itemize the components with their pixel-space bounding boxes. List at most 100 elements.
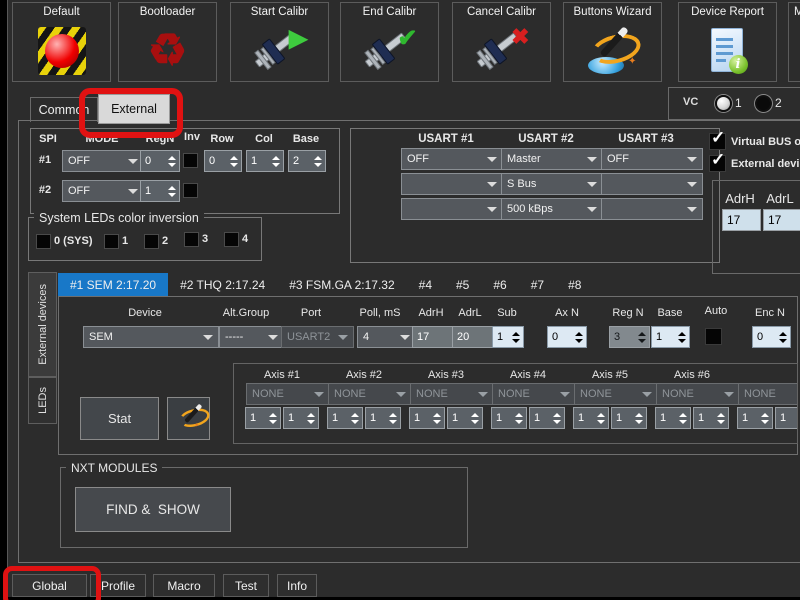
axis5-stepper-a[interactable]: 1 <box>573 407 609 429</box>
spi1-mode-dropdown[interactable]: OFF <box>62 150 144 172</box>
spi1-regn-stepper[interactable]: 0 <box>140 150 180 172</box>
spi-header-mode: MODE <box>72 133 132 145</box>
device-dropdown[interactable]: SEM <box>83 326 219 348</box>
device-tab-2[interactable]: #2 THQ 2:17.24 <box>168 273 277 296</box>
axis2-dropdown[interactable]: NONE <box>328 383 412 405</box>
usart1-mode-dropdown[interactable]: OFF <box>401 148 503 170</box>
base-stepper[interactable]: 1 <box>651 326 690 348</box>
usart2-option-dropdown[interactable]: S Bus <box>501 173 603 195</box>
adrh-field[interactable]: 17 <box>722 209 761 231</box>
axis4-stepper-a[interactable]: 1 <box>491 407 527 429</box>
axis7-dropdown[interactable]: NONE <box>738 383 798 405</box>
side-tab-leds[interactable]: LEDs <box>28 377 57 424</box>
usart3-speed-dropdown[interactable] <box>601 198 703 220</box>
usart1-option-dropdown[interactable] <box>401 173 503 195</box>
led2-checkbox[interactable] <box>144 234 159 249</box>
encn-stepper[interactable]: 0 <box>752 326 791 348</box>
spi1-inv-checkbox[interactable] <box>183 153 198 168</box>
axis5-stepper-b[interactable]: 1 <box>611 407 647 429</box>
device-report-button[interactable]: Device Report i <box>678 2 777 82</box>
cutoff-toolbar-button-label: M <box>789 6 800 18</box>
axis6-stepper-b[interactable]: 1 <box>693 407 729 429</box>
axis1-dropdown[interactable]: NONE <box>246 383 330 405</box>
spi1-col-stepper[interactable]: 1 <box>246 150 284 172</box>
cancel-calibr-label: Cancel Calibr <box>453 6 550 18</box>
usart2-mode-dropdown[interactable]: Master <box>501 148 603 170</box>
led3-checkbox[interactable] <box>184 232 199 247</box>
device-tab-3[interactable]: #3 FSM.GA 2:17.32 <box>277 273 406 296</box>
regn-stepper[interactable]: 3 <box>609 326 650 348</box>
port-dropdown[interactable]: USART2 <box>281 326 354 348</box>
led1-checkbox[interactable] <box>104 234 119 249</box>
device-wizard-button[interactable]: ✦ <box>167 397 210 440</box>
led4-checkbox[interactable] <box>224 232 239 247</box>
cancel-calibr-button[interactable]: Cancel Calibr ✖ <box>452 2 551 82</box>
bottom-tab-test[interactable]: Test <box>223 574 269 597</box>
auto-checkbox[interactable] <box>705 328 722 345</box>
default-button-label: Default <box>13 6 110 18</box>
spi1-base-stepper[interactable]: 2 <box>288 150 326 172</box>
device-tab-8[interactable]: #8 <box>556 273 593 296</box>
default-button[interactable]: Default <box>12 2 111 82</box>
axis7-stepper-a[interactable]: 1 <box>737 407 773 429</box>
spi-header-row: Row <box>204 133 240 145</box>
axis2-stepper-b[interactable]: 1 <box>365 407 401 429</box>
adrl-field[interactable]: 17 <box>763 209 800 231</box>
tab-external[interactable]: External <box>98 94 170 124</box>
usart3-option-dropdown[interactable] <box>601 173 703 195</box>
axis4-a-value: 1 <box>492 412 515 424</box>
device-tab-4[interactable]: #4 <box>407 273 444 296</box>
find-and-show-button[interactable]: FIND & SHOW <box>75 487 231 532</box>
axis7-stepper-b[interactable]: 1 <box>775 407 798 429</box>
alt-group-dropdown[interactable]: ----- <box>219 326 284 348</box>
sub-stepper[interactable]: 1 <box>492 326 524 348</box>
axis4-dropdown[interactable]: NONE <box>492 383 576 405</box>
spi1-row-stepper[interactable]: 0 <box>204 150 242 172</box>
axis4-stepper-b[interactable]: 1 <box>529 407 565 429</box>
port-value: USART2 <box>287 331 330 343</box>
spi2-mode-dropdown[interactable]: OFF <box>62 180 144 202</box>
end-calibr-button[interactable]: End Calibr ✔ <box>340 2 439 82</box>
virtual-bus-checkbox[interactable] <box>709 133 726 150</box>
axis3-stepper-b[interactable]: 1 <box>447 407 483 429</box>
usart3-mode-dropdown[interactable]: OFF <box>601 148 703 170</box>
bottom-tab-global[interactable]: Global <box>12 574 87 597</box>
axis1-stepper-a[interactable]: 1 <box>245 407 281 429</box>
axis5-dropdown[interactable]: NONE <box>574 383 658 405</box>
vc-radio-2[interactable] <box>755 95 772 112</box>
device-tab-7[interactable]: #7 <box>519 273 556 296</box>
dev-adrl-field[interactable]: 20 <box>452 326 494 348</box>
vc-radio-1[interactable] <box>715 95 732 112</box>
usart2-speed-dropdown[interactable]: 500 kBps <box>501 198 603 220</box>
bottom-tab-macro[interactable]: Macro <box>153 574 215 597</box>
usart3-mode-value: OFF <box>607 153 629 165</box>
axis6-dropdown[interactable]: NONE <box>656 383 740 405</box>
led0-checkbox[interactable] <box>36 234 51 249</box>
axis3-stepper-a[interactable]: 1 <box>409 407 445 429</box>
report-document-icon: i <box>708 28 748 74</box>
axis3-dropdown[interactable]: NONE <box>410 383 494 405</box>
bottom-tab-profile[interactable]: Profile <box>90 574 146 597</box>
start-calibr-button[interactable]: Start Calibr ▶ <box>230 2 329 82</box>
bottom-tab-info[interactable]: Info <box>277 574 317 597</box>
buttons-wizard-button[interactable]: Buttons Wizard ✦ <box>563 2 662 82</box>
tab-common[interactable]: Common <box>30 97 98 122</box>
side-tab-external-devices[interactable]: External devices <box>28 272 57 377</box>
spi2-inv-checkbox[interactable] <box>183 183 198 198</box>
spi2-regn-stepper[interactable]: 1 <box>140 180 180 202</box>
bootloader-button[interactable]: Bootloader ♻ <box>118 2 217 82</box>
poll-dropdown[interactable]: 4 <box>357 326 416 348</box>
usart1-speed-dropdown[interactable] <box>401 198 503 220</box>
axn-stepper[interactable]: 0 <box>547 326 587 348</box>
device-tab-5[interactable]: #5 <box>444 273 481 296</box>
axis2-stepper-a[interactable]: 1 <box>327 407 363 429</box>
device-tab-1[interactable]: #1 SEM 2:17.20 <box>58 273 168 296</box>
external-devices-checkbox[interactable] <box>709 155 726 172</box>
dev-adrh-field[interactable]: 17 <box>412 326 454 348</box>
device-tab-6[interactable]: #6 <box>481 273 518 296</box>
axis1-stepper-b[interactable]: 1 <box>283 407 319 429</box>
external-devices-label: External devic <box>731 158 800 170</box>
stat-button[interactable]: Stat <box>80 397 159 440</box>
axis6-stepper-a[interactable]: 1 <box>655 407 691 429</box>
cutoff-toolbar-button[interactable]: M <box>788 2 800 82</box>
